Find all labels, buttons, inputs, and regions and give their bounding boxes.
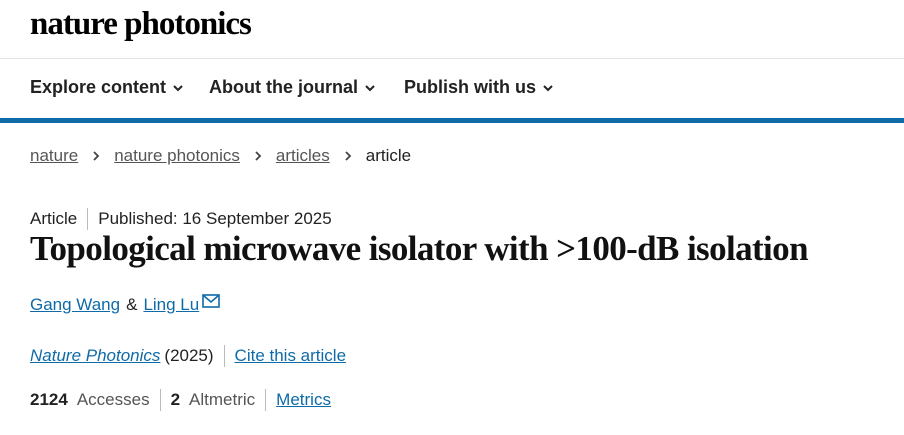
article-metrics: 2124 Accesses 2 Altmetric Metrics — [30, 389, 331, 411]
nav-item-label: Explore content — [30, 77, 167, 97]
breadcrumb: nature nature photonics articles article — [30, 146, 411, 166]
chevron-right-icon — [345, 151, 352, 161]
accesses-label: Accesses — [76, 390, 150, 409]
publication-year: (2025) — [164, 346, 214, 365]
author-separator: & — [126, 295, 138, 314]
citation-line: Nature Photonics (2025) Cite this articl… — [30, 345, 346, 367]
article-type: Article — [30, 209, 78, 228]
mail-icon[interactable] — [202, 294, 221, 308]
altmetric-count: 2 — [170, 390, 181, 409]
chevron-down-icon — [173, 84, 183, 91]
divider — [87, 208, 89, 230]
site-logo[interactable]: nature photonics — [30, 6, 252, 43]
breadcrumb-link-nature-photonics[interactable]: nature photonics — [114, 146, 240, 166]
chevron-down-icon — [543, 84, 553, 91]
divider — [265, 389, 267, 411]
breadcrumb-link-articles[interactable]: articles — [276, 146, 330, 166]
divider — [159, 389, 161, 411]
site-header: nature photonics — [0, 0, 904, 59]
nav-about-the-journal[interactable]: About the journal — [209, 77, 376, 98]
author-list: Gang Wang & Ling Lu — [30, 294, 221, 315]
published-date: Published: 16 September 2025 — [98, 209, 332, 228]
article-meta: Article Published: 16 September 2025 — [30, 208, 332, 230]
chevron-down-icon — [365, 84, 375, 91]
altmetric-label: Altmetric — [189, 390, 256, 409]
chevron-right-icon — [93, 151, 100, 161]
metrics-link[interactable]: Metrics — [276, 390, 331, 410]
nav-item-label: Publish with us — [404, 77, 537, 97]
divider — [223, 345, 225, 367]
main-nav: Explore content About the journal Publis… — [0, 59, 904, 123]
article-title: Topological microwave isolator with >100… — [30, 229, 809, 268]
chevron-right-icon — [255, 151, 262, 161]
nav-publish-with-us[interactable]: Publish with us — [404, 77, 554, 98]
accesses-count: 2124 — [30, 390, 68, 409]
author-link-gang-wang[interactable]: Gang Wang — [30, 295, 120, 315]
journal-link[interactable]: Nature Photonics — [30, 346, 160, 366]
nav-explore-content[interactable]: Explore content — [30, 77, 184, 98]
breadcrumb-current: article — [365, 146, 412, 165]
author-link-ling-lu[interactable]: Ling Lu — [143, 295, 199, 315]
cite-this-article-link[interactable]: Cite this article — [235, 346, 346, 366]
breadcrumb-link-nature[interactable]: nature — [30, 146, 78, 166]
nav-item-label: About the journal — [209, 77, 358, 97]
